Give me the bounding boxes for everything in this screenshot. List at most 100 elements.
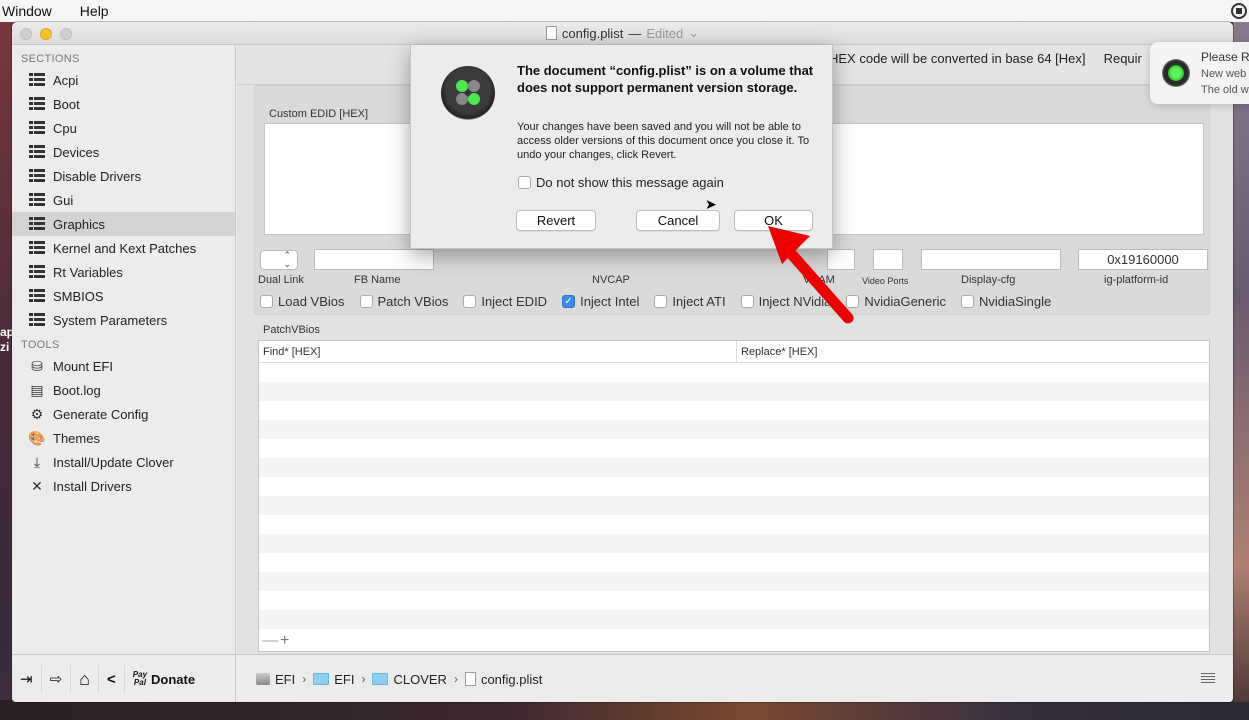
table-row[interactable] — [259, 629, 1209, 648]
breadcrumb-item[interactable]: CLOVER — [393, 672, 446, 687]
checkbox-box[interactable] — [846, 295, 860, 308]
checkbox-box[interactable] — [740, 295, 754, 308]
table-row[interactable] — [259, 420, 1209, 439]
table-row[interactable] — [259, 515, 1209, 534]
nvcap-label: NVCAP — [592, 274, 630, 286]
minimize-window-button[interactable] — [40, 28, 52, 40]
tool-item-install-drivers[interactable]: ✕ Install Drivers — [12, 474, 235, 498]
breadcrumb-item[interactable]: config.plist — [481, 672, 542, 687]
column-replace[interactable]: Replace* [HEX] — [737, 341, 817, 362]
tool-item-mount-efi[interactable]: ⛁ Mount EFI — [12, 354, 235, 378]
checkbox-inject-intel[interactable]: ✓ Inject Intel — [562, 294, 639, 309]
checkbox-box[interactable] — [463, 295, 477, 308]
remove-row-button[interactable]: — — [262, 632, 280, 649]
list-icon — [29, 240, 45, 256]
do-not-show-checkbox[interactable]: Do not show this message again — [518, 175, 724, 190]
sidebar-item-system-parameters[interactable]: System Parameters — [12, 308, 235, 332]
checkbox-inject-nvidia[interactable]: Inject NVidia — [740, 294, 831, 309]
desktop-background-right — [1233, 22, 1249, 702]
notification-banner[interactable]: Please R New web The old w — [1150, 42, 1249, 104]
tools-list: ⛁ Mount EFI ▤ Boot.log ⚙ Generate Config 🎨 Them… — [12, 354, 235, 498]
sidebar-item-kernel-and-kext-patches[interactable]: Kernel and Kext Patches — [12, 236, 235, 260]
checkbox-box[interactable] — [518, 176, 531, 189]
menu-icon[interactable] — [1201, 673, 1215, 684]
home-icon: ⌂ — [79, 668, 91, 689]
checkbox-load-vbios[interactable]: Load VBios — [260, 294, 345, 309]
sidebar-item-smbios[interactable]: SMBIOS — [12, 284, 235, 308]
ig-platform-id-field[interactable]: 0x19160000 — [1078, 249, 1208, 270]
tool-item-themes[interactable]: 🎨 Themes — [12, 426, 235, 450]
sections-header: SECTIONS — [21, 53, 80, 65]
table-row[interactable] — [259, 610, 1209, 629]
table-row[interactable] — [259, 477, 1209, 496]
table-row[interactable] — [259, 439, 1209, 458]
table-row[interactable] — [259, 363, 1209, 382]
home-button[interactable]: ⌂ — [71, 665, 100, 693]
window-title-filename: config.plist — [561, 25, 624, 41]
gears-icon: ⚙ — [30, 405, 44, 422]
vram-field[interactable] — [827, 249, 855, 270]
record-icon[interactable] — [1231, 3, 1247, 19]
cancel-button[interactable]: Cancel — [636, 210, 720, 231]
table-row[interactable] — [259, 553, 1209, 572]
checkbox-box[interactable] — [359, 295, 373, 308]
menu-help[interactable]: Help — [80, 3, 109, 19]
tool-item-boot-log[interactable]: ▤ Boot.log — [12, 378, 235, 402]
revert-button[interactable]: Revert — [516, 210, 596, 231]
list-icon — [29, 312, 45, 328]
checkbox-nvidiasingle[interactable]: NvidiaSingle — [960, 294, 1051, 309]
import-icon: ⇥ — [20, 671, 33, 688]
tool-item-install-update-clover[interactable]: ⤓ Install/Update Clover — [12, 450, 235, 474]
checkbox-box[interactable] — [654, 295, 668, 308]
sidebar-item-devices[interactable]: Devices — [12, 140, 235, 164]
display-cfg-label: Display-cfg — [961, 274, 1016, 286]
video-ports-field[interactable] — [873, 249, 903, 270]
import-button[interactable]: ⇥ — [12, 665, 42, 693]
table-row[interactable] — [259, 591, 1209, 610]
dual-link-stepper[interactable]: ⌃ ⌄ — [260, 250, 298, 270]
sidebar-item-acpi[interactable]: Acpi — [12, 68, 235, 92]
sidebar: SECTIONS Acpi Boot Cpu Devices Disable Drive… — [12, 45, 236, 654]
tool-item-generate-config[interactable]: ⚙ Generate Config — [12, 402, 235, 426]
table-row[interactable] — [259, 401, 1209, 420]
column-find[interactable]: Find* [HEX] — [259, 341, 737, 362]
checkbox-inject-ati[interactable]: Inject ATI — [654, 294, 726, 309]
breadcrumb-item[interactable]: EFI — [275, 672, 295, 687]
checkbox-nvidiageneric[interactable]: NvidiaGeneric — [846, 294, 946, 309]
table-row[interactable] — [259, 572, 1209, 591]
breadcrumb-item[interactable]: EFI — [334, 672, 354, 687]
donate-button[interactable]: Pay Pal Donate — [125, 665, 203, 693]
sidebar-item-gui[interactable]: Gui — [12, 188, 235, 212]
table-row[interactable] — [259, 382, 1209, 401]
disk-icon: ⛁ — [31, 357, 43, 374]
zoom-window-button[interactable] — [60, 28, 72, 40]
table-row[interactable] — [259, 458, 1209, 477]
checkbox-patch-vbios[interactable]: Patch VBios — [359, 294, 448, 309]
window-title[interactable]: config.plist — Edited ⌄ — [545, 25, 699, 41]
custom-edid-label: Custom EDID [HEX] — [269, 108, 369, 120]
log-icon: ▤ — [30, 381, 44, 398]
sidebar-item-label: Rt Variables — [53, 264, 123, 280]
checkbox-box[interactable] — [960, 295, 974, 308]
checkmark-icon[interactable]: ✓ — [562, 295, 576, 308]
sidebar-item-boot[interactable]: Boot — [12, 92, 235, 116]
checkbox-box[interactable] — [260, 295, 273, 308]
sidebar-item-disable-drivers[interactable]: Disable Drivers — [12, 164, 235, 188]
menu-window[interactable]: Window — [2, 3, 52, 19]
close-window-button[interactable] — [20, 28, 32, 40]
share-button[interactable]: < — [99, 665, 125, 693]
fb-name-field[interactable] — [314, 249, 434, 270]
display-cfg-field[interactable] — [921, 249, 1061, 270]
sidebar-item-rt-variables[interactable]: Rt Variables — [12, 260, 235, 284]
checkbox-inject-edid[interactable]: Inject EDID — [463, 294, 547, 309]
patch-vbios-table: Find* [HEX] Replace* [HEX] — [258, 340, 1210, 652]
table-row[interactable] — [259, 496, 1209, 515]
sidebar-item-cpu[interactable]: Cpu — [12, 116, 235, 140]
add-row-button[interactable]: + — [280, 632, 291, 649]
sidebar-item-graphics[interactable]: Graphics — [12, 212, 235, 236]
sections-list: Acpi Boot Cpu Devices Disable Drivers Gui Grap… — [12, 68, 235, 332]
export-button[interactable]: ⇨ — [42, 665, 72, 693]
ok-button[interactable]: OK — [734, 210, 813, 231]
table-row[interactable] — [259, 534, 1209, 553]
disk-icon — [256, 673, 270, 685]
